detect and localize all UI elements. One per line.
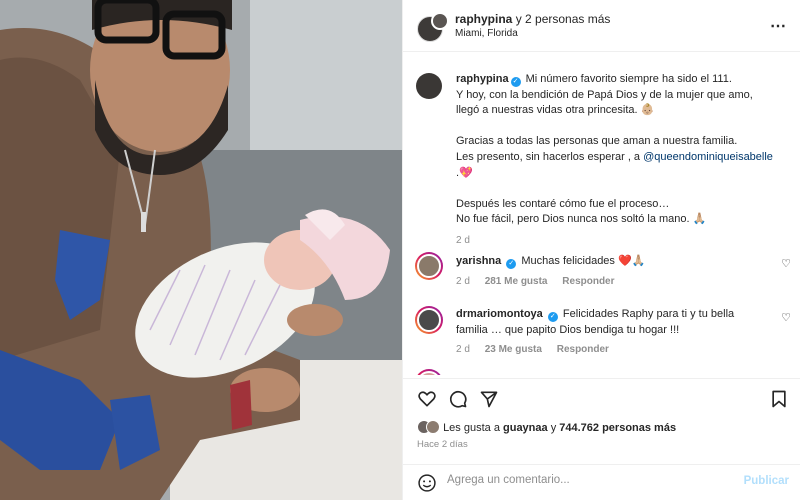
verified-icon: ✓ bbox=[506, 259, 517, 269]
likes-user[interactable]: guaynaa bbox=[503, 422, 548, 434]
post-image bbox=[0, 0, 402, 500]
caption-line: Les presento, sin hacerlos esperar , a bbox=[456, 150, 644, 163]
comment-likes[interactable]: 23 Me gusta bbox=[485, 344, 542, 355]
post-header: raphypina y 2 personas más Miami, Florid… bbox=[403, 0, 800, 52]
bookmark-icon[interactable] bbox=[769, 389, 789, 409]
caption-username[interactable]: raphypina bbox=[456, 73, 509, 85]
comment-input[interactable] bbox=[447, 474, 727, 486]
comment-username[interactable]: yarishna bbox=[456, 255, 501, 267]
comment-likes[interactable]: 281 Me gusta bbox=[485, 276, 548, 287]
comment-body: yarishna ✓ Muchas felicidades ❤️🙏🏼 bbox=[456, 254, 766, 270]
heart-icon[interactable] bbox=[417, 389, 437, 409]
share-icon[interactable] bbox=[479, 389, 499, 409]
comment-avatar[interactable] bbox=[415, 369, 443, 375]
comment-heart-icon[interactable]: ♡ bbox=[781, 311, 791, 324]
add-comment-bar: Publicar bbox=[403, 464, 800, 500]
verified-icon: ✓ bbox=[547, 312, 558, 322]
comment-age[interactable]: 2 d bbox=[456, 276, 470, 287]
comment-avatar[interactable] bbox=[415, 252, 443, 280]
comment-text: Muchas felicidades ❤️🙏🏼 bbox=[521, 255, 646, 267]
post-sidebar: raphypina y 2 personas más Miami, Florid… bbox=[402, 0, 800, 500]
caption-line: Gracias a todas las personas que aman a … bbox=[456, 135, 738, 148]
liker-avatar[interactable] bbox=[426, 420, 440, 434]
more-icon[interactable]: ⋯ bbox=[770, 16, 787, 36]
coauthor-avatar[interactable] bbox=[431, 12, 449, 30]
caption-line: Mi número favorito siempre ha sido el 11… bbox=[525, 73, 732, 85]
comment-avatar[interactable] bbox=[415, 306, 443, 334]
caption-avatar[interactable] bbox=[416, 73, 442, 99]
header-username[interactable]: raphypina bbox=[455, 12, 512, 26]
likes-joiner: y bbox=[547, 422, 560, 434]
reply-button[interactable]: Responder bbox=[557, 344, 609, 355]
caption-age[interactable]: 2 d bbox=[456, 233, 792, 249]
likes-count[interactable]: 744.762 personas más bbox=[559, 422, 676, 434]
verified-icon: ✓ bbox=[510, 77, 521, 87]
comment-username[interactable]: drmariomontoya bbox=[456, 308, 543, 320]
comment-meta: 2 d 23 Me gusta Responder bbox=[456, 344, 621, 355]
mention-link[interactable]: @queendominiqueisabelle bbox=[643, 151, 773, 163]
action-bar bbox=[403, 378, 800, 418]
caption-line: llegó a nuestras vidas otra princesita. … bbox=[456, 104, 655, 117]
comments-scroll[interactable]: raphypina ✓ Mi número favorito siempre ha… bbox=[403, 53, 800, 375]
post-time[interactable]: Hace 2 días bbox=[417, 439, 468, 450]
header-others[interactable]: y 2 personas más bbox=[512, 12, 611, 26]
comment-icon[interactable] bbox=[448, 389, 468, 409]
likes-summary: Les gusta a guaynaa y 744.762 personas m… bbox=[417, 420, 676, 434]
reply-button[interactable]: Responder bbox=[562, 276, 614, 287]
comment-heart-icon[interactable]: ♡ bbox=[781, 257, 791, 270]
caption-line: Después les contaré cómo fue el proceso… bbox=[456, 197, 670, 210]
comment-body: drmariomontoya ✓ Felicidades Raphy para … bbox=[456, 307, 766, 338]
comment-meta: 2 d 281 Me gusta Responder bbox=[456, 276, 627, 287]
header-location[interactable]: Miami, Florida bbox=[455, 28, 518, 39]
caption: raphypina ✓ Mi número favorito siempre ha… bbox=[456, 72, 792, 249]
caption-line: .💖 bbox=[456, 166, 473, 179]
caption-line: Y hoy, con la bendición de Papá Dios y d… bbox=[456, 88, 753, 101]
post-photo[interactable] bbox=[0, 0, 402, 500]
comment-age[interactable]: 2 d bbox=[456, 344, 470, 355]
header-authors: raphypina y 2 personas más bbox=[455, 12, 610, 26]
likes-prefix: Les gusta a bbox=[443, 422, 503, 434]
emoji-icon[interactable] bbox=[417, 473, 437, 493]
post-button[interactable]: Publicar bbox=[744, 475, 789, 487]
caption-line: No fue fácil, pero Dios nunca nos soltó … bbox=[456, 213, 707, 226]
